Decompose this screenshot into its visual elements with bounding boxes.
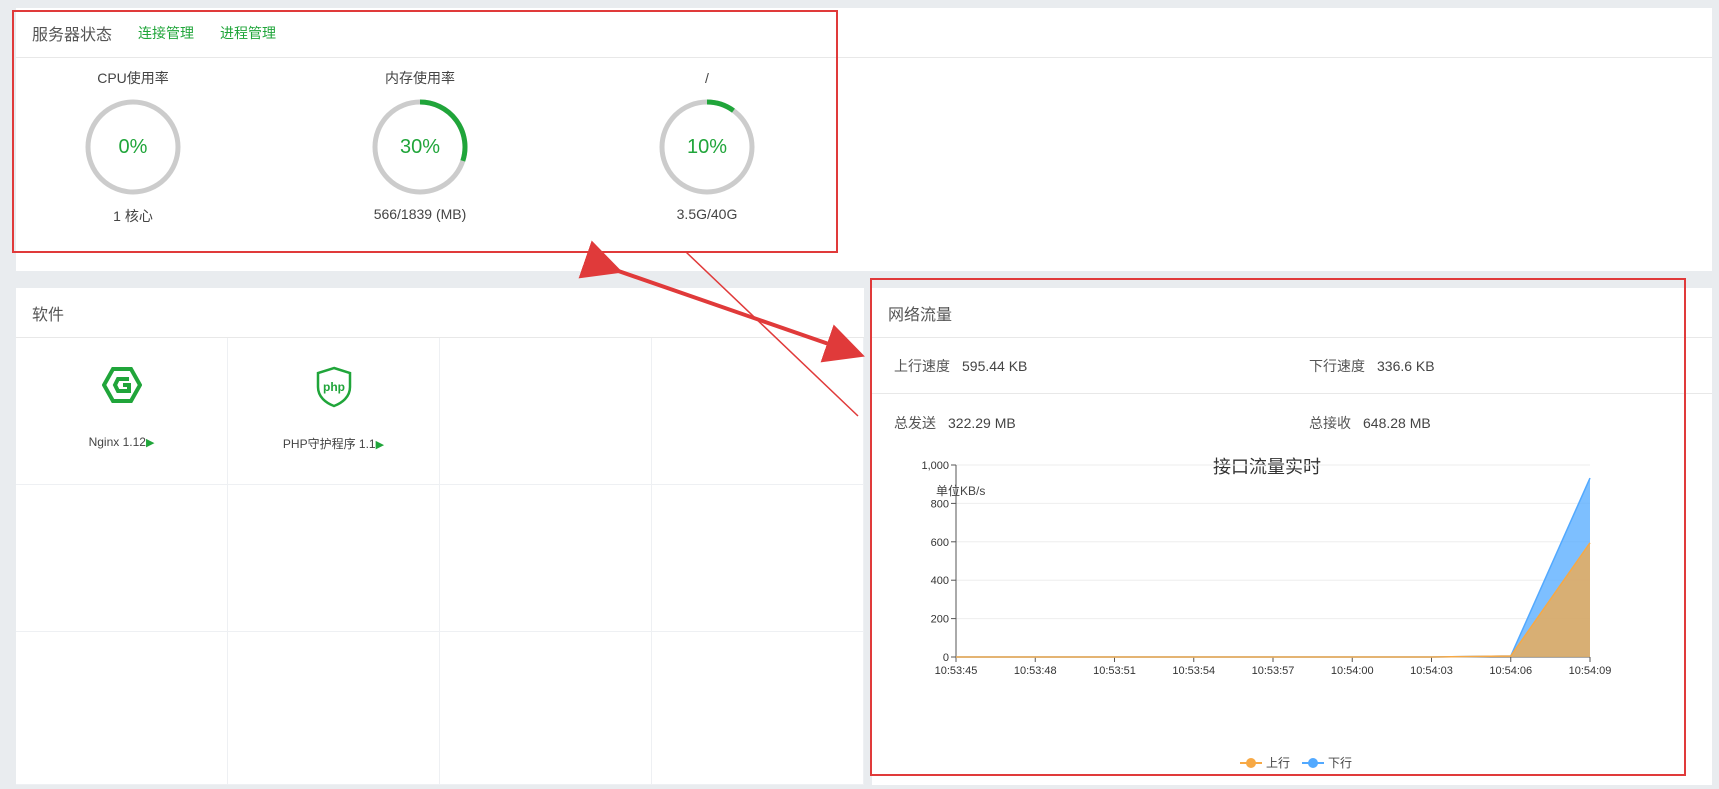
cpu-gauge-title: CPU使用率 [97,70,169,86]
software-grid: Nginx 1.12▶ php PHP守护程序 1.1▶ [16,338,864,785]
cpu-gauge-ring[interactable]: 0% [82,96,184,198]
legend-item-up[interactable]: 上行 [1240,754,1290,771]
x-tick-label: 10:54:00 [1331,665,1374,677]
server-status-title: 服务器状态 [32,26,113,44]
series-line-up [956,542,1591,658]
disk-gauge-title: / [705,70,709,86]
x-tick-label: 10:53:45 [935,665,978,677]
software-slot-empty [652,338,864,485]
series-area-down [956,478,1590,657]
software-name-text: PHP守护程序 1.1 [282,437,376,451]
software-header: 软件 [16,288,864,338]
cpu-gauge-sub: 1 核心 [113,208,153,224]
chart-legend: 上行 下行 [1240,754,1352,771]
y-tick-label: 800 [931,498,949,510]
software-slot-empty [440,485,652,632]
software-slot-empty [652,485,864,632]
software-slot-empty [440,338,652,485]
series-line-down [956,477,1591,658]
software-slot-empty [440,632,652,785]
disk-gauge-sub: 3.5G/40G [676,206,738,222]
memory-gauge-value[interactable]: 30% [369,96,471,198]
y-tick-label: 1,000 [921,460,949,472]
software-item-php[interactable]: php PHP守护程序 1.1▶ [228,338,440,485]
server-status-panel: 服务器状态 连接管理 进程管理 CPU使用率 0% 1 核心 内存使用率 30%… [16,8,1712,271]
play-icon[interactable]: ▶ [146,437,154,449]
network-panel: 网络流量 上行速度 595.44 KB 下行速度 336.6 KB 总发送 32… [872,288,1712,785]
process-manage-link[interactable]: 进程管理 [220,23,276,43]
cpu-gauge: CPU使用率 0% 1 核心 [33,68,233,226]
disk-gauge-ring[interactable]: 10% [656,96,758,198]
y-tick-label: 400 [931,575,949,587]
legend-up-swatch [1240,757,1262,768]
disk-gauge: / 10% 3.5G/40G [607,68,807,222]
x-tick-label: 10:53:54 [1172,665,1215,677]
y-tick-label: 200 [931,614,949,626]
x-tick-label: 10:54:03 [1410,665,1453,677]
disk-gauge-value[interactable]: 10% [656,96,758,198]
legend-down-label: 下行 [1328,756,1353,770]
legend-down-swatch [1302,757,1325,768]
memory-gauge-sub: 566/1839 (MB) [373,206,467,222]
software-title: 软件 [32,306,65,324]
traffic-chart: 0 200 400 600 800 1,000 10:53:45 10:53:48 10:53:… [921,460,1612,677]
software-slot-empty [16,632,228,785]
legend-item-down[interactable]: 下行 [1302,754,1352,771]
software-name[interactable]: PHP守护程序 1.1▶ [228,435,439,452]
software-name[interactable]: Nginx 1.12▶ [16,435,227,449]
x-tick-label: 10:53:57 [1252,665,1295,677]
play-icon[interactable]: ▶ [376,439,384,451]
software-panel: 软件 Nginx 1.12▶ php PHP守护程序 1.1▶ [16,288,864,785]
software-slot-empty [652,632,864,785]
software-slot-empty [16,485,228,632]
x-tick-label: 10:54:09 [1569,665,1612,677]
cpu-gauge-value[interactable]: 0% [82,96,184,198]
software-slot-empty [228,632,440,785]
software-slot-empty [228,485,440,632]
software-name-text: Nginx 1.12 [88,435,146,449]
server-status-header: 服务器状态 连接管理 进程管理 [16,8,1712,58]
memory-gauge-ring[interactable]: 30% [369,96,471,198]
legend-up-label: 上行 [1266,756,1291,770]
php-icon: php [316,366,351,408]
memory-gauge-title: 内存使用率 [385,70,455,86]
y-tick-label: 0 [943,652,949,664]
x-tick-label: 10:53:48 [1014,665,1057,677]
x-tick-label: 10:53:51 [1093,665,1136,677]
series-area-up [956,542,1590,657]
nginx-icon [101,367,142,403]
connection-manage-link[interactable]: 连接管理 [138,23,194,43]
x-tick-label: 10:54:06 [1489,665,1532,677]
memory-gauge: 内存使用率 30% 566/1839 (MB) [320,68,520,222]
software-item-nginx[interactable]: Nginx 1.12▶ [16,338,228,485]
y-tick-label: 600 [931,537,949,549]
php-icon-text: php [323,380,345,394]
